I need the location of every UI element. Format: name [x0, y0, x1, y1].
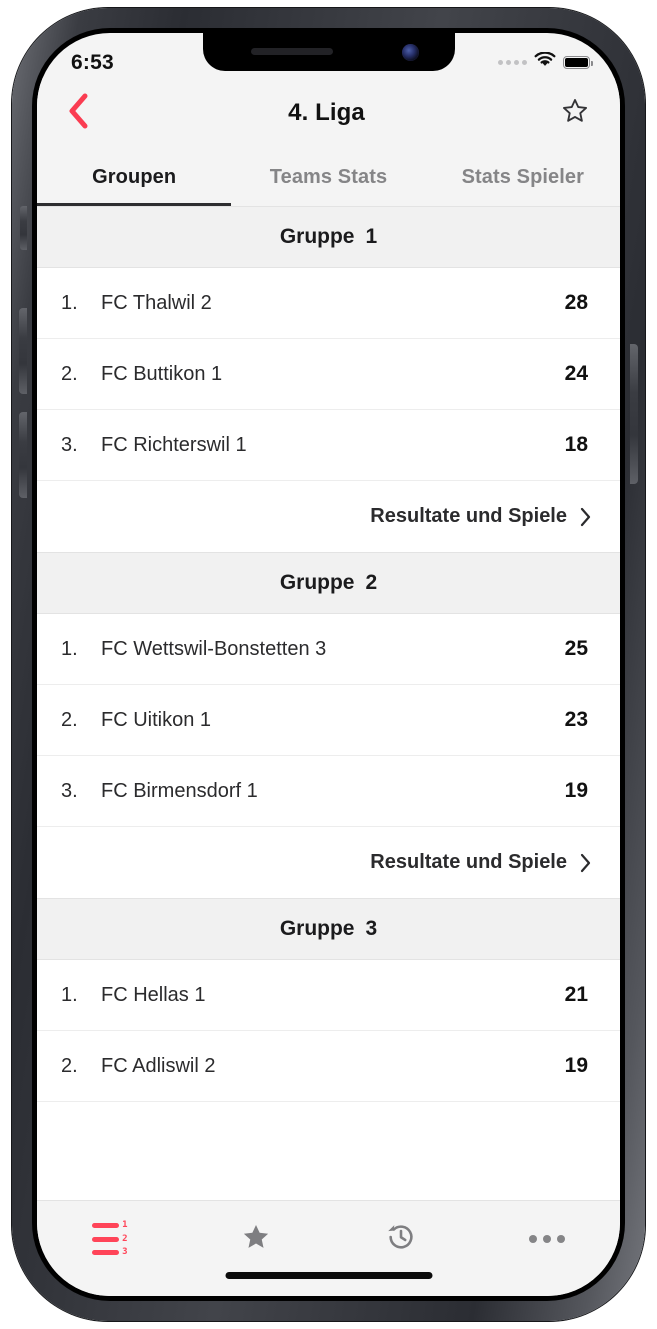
team-name: FC Wettswil-Bonstetten 3 — [101, 637, 327, 660]
rankings-icon: 1 2 3 — [92, 1221, 128, 1257]
bottom-tab-favorites[interactable] — [183, 1215, 329, 1263]
bottom-tab-rankings[interactable]: 1 2 3 — [37, 1215, 183, 1263]
groups-list[interactable]: Gruppe 1 1. FC Thalwil 2 28 2. FC Buttik… — [37, 206, 620, 1200]
front-camera-icon — [401, 44, 419, 61]
tab-label: Teams Stats — [269, 165, 388, 188]
group-header-number: 2 — [365, 571, 378, 594]
bottom-toolbar: 1 2 3 — [37, 1200, 620, 1296]
table-row[interactable]: 2. FC Adliswil 2 19 — [37, 1031, 620, 1102]
group-header: Gruppe 2 — [37, 552, 620, 614]
team-name: FC Uitikon 1 — [101, 708, 212, 731]
table-row[interactable]: 2. FC Uitikon 1 23 — [37, 685, 620, 756]
team-rank: 2. — [61, 1054, 78, 1077]
wifi-icon — [534, 51, 556, 73]
table-row[interactable]: 1. FC Thalwil 2 28 — [37, 268, 620, 339]
team-rank: 1. — [61, 983, 78, 1006]
favorite-button[interactable] — [552, 90, 598, 136]
speaker-grille — [250, 48, 333, 55]
team-points: 18 — [564, 433, 588, 456]
team-name: FC Thalwil 2 — [101, 291, 212, 314]
results-and-games-link[interactable]: Resultate und Spiele — [37, 827, 620, 898]
group-header-number: 1 — [365, 225, 378, 248]
history-icon — [385, 1221, 417, 1258]
team-name: FC Buttikon 1 — [101, 362, 223, 385]
table-row[interactable]: 1. FC Wettswil-Bonstetten 3 25 — [37, 614, 620, 685]
star-outline-icon — [561, 97, 589, 130]
bottom-tab-history[interactable] — [329, 1215, 475, 1263]
phone-frame: 6:53 4. Liga Groupen Teams Stats Stats S… — [12, 8, 645, 1321]
back-button[interactable] — [55, 90, 101, 136]
tab-bar: Groupen Teams Stats Stats Spieler — [37, 148, 620, 206]
volume-down-button[interactable] — [19, 412, 27, 498]
tab-label: Stats Spieler — [461, 165, 585, 188]
team-rank: 3. — [61, 433, 78, 456]
team-points: 25 — [564, 637, 588, 660]
team-rank: 1. — [61, 291, 78, 314]
team-name: FC Adliswil 2 — [101, 1054, 216, 1077]
team-name: FC Birmensdorf 1 — [101, 779, 258, 802]
tab-groupen[interactable]: Groupen — [37, 148, 232, 206]
power-button[interactable] — [630, 344, 638, 484]
bottom-tab-more[interactable] — [474, 1215, 620, 1263]
status-bar-time: 6:53 — [71, 50, 114, 74]
team-name: FC Richterswil 1 — [101, 433, 247, 456]
team-rank: 3. — [61, 779, 78, 802]
chevron-right-icon — [579, 852, 592, 874]
phone-screen: 6:53 4. Liga Groupen Teams Stats Stats S… — [37, 33, 620, 1296]
table-row[interactable]: 2. FC Buttikon 1 24 — [37, 339, 620, 410]
chevron-right-icon — [579, 506, 592, 528]
volume-up-button[interactable] — [19, 308, 27, 394]
team-points: 21 — [564, 983, 588, 1006]
table-row[interactable]: 1. FC Hellas 1 21 — [37, 960, 620, 1031]
team-rank: 2. — [61, 362, 78, 385]
results-link-label: Resultate und Spiele — [370, 505, 567, 527]
table-row[interactable]: 3. FC Richterswil 1 18 — [37, 410, 620, 481]
status-bar-indicators — [498, 51, 593, 73]
group-header-label: Gruppe — [279, 571, 355, 594]
group-header: Gruppe 3 — [37, 898, 620, 960]
team-points: 28 — [564, 291, 588, 314]
silent-switch-button[interactable] — [20, 206, 27, 250]
tab-label: Groupen — [92, 165, 177, 188]
team-points: 24 — [564, 362, 588, 385]
battery-full-icon — [563, 56, 593, 69]
results-link-label: Resultate und Spiele — [370, 851, 567, 873]
signal-dots-icon — [498, 60, 527, 65]
group-header: Gruppe 1 — [37, 206, 620, 268]
team-name: FC Hellas 1 — [101, 983, 206, 1006]
tab-teams-stats[interactable]: Teams Stats — [231, 148, 425, 206]
navigation-bar: 4. Liga — [37, 78, 620, 148]
team-points: 19 — [564, 1054, 588, 1077]
more-ellipsis-icon — [529, 1235, 566, 1243]
tab-stats-spieler[interactable]: Stats Spieler — [426, 148, 620, 206]
page-title: 4. Liga — [288, 99, 365, 126]
notch — [202, 33, 455, 71]
group-header-label: Gruppe — [279, 225, 355, 248]
results-and-games-link[interactable]: Resultate und Spiele — [37, 481, 620, 552]
chevron-left-icon — [66, 92, 90, 135]
group-header-label: Gruppe — [279, 917, 355, 940]
home-indicator[interactable] — [225, 1272, 432, 1279]
team-rank: 1. — [61, 637, 78, 660]
team-rank: 2. — [61, 708, 78, 731]
team-points: 23 — [564, 708, 588, 731]
star-filled-icon — [241, 1222, 271, 1257]
group-header-number: 3 — [365, 917, 378, 940]
table-row[interactable]: 3. FC Birmensdorf 1 19 — [37, 756, 620, 827]
team-points: 19 — [564, 779, 588, 802]
